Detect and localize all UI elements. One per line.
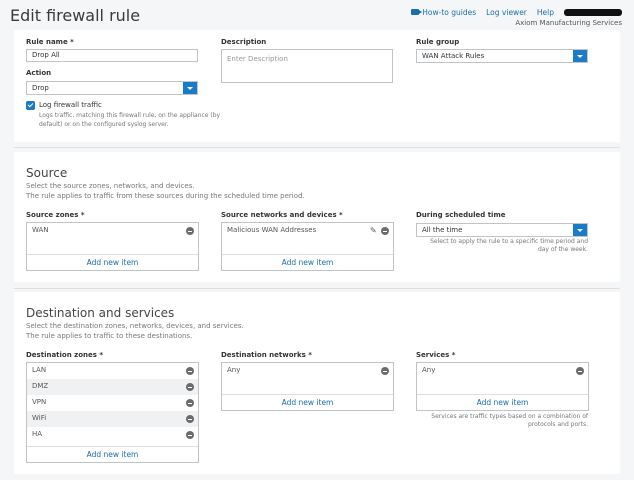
list-item: VPN [27, 395, 198, 411]
schedule-select[interactable]: All the time [416, 223, 588, 237]
source-desc-1: Select the source zones, networks, and d… [26, 182, 195, 190]
destination-zones-list: LAN DMZ VPN WiFi HA Add new item [26, 362, 199, 463]
log-traffic-help-2: default) or on the configured syslog ser… [39, 121, 169, 128]
remove-icon[interactable] [186, 399, 194, 407]
source-networks-label: Source networks and devices * [221, 211, 343, 219]
rule-group-select[interactable]: WAN Attack Rules [416, 49, 588, 63]
rule-details-panel: Rule name * Drop All Description Enter D… [14, 30, 620, 142]
schedule-help-2: day of the week. [537, 246, 588, 253]
add-destination-zone-button[interactable]: Add new item [27, 446, 198, 462]
add-source-zone-button[interactable]: Add new item [27, 254, 198, 270]
video-camera-icon [411, 9, 423, 15]
add-source-network-button[interactable]: Add new item [222, 254, 393, 270]
list-item: HA [27, 427, 198, 443]
destination-zones-label: Destination zones * [26, 351, 104, 359]
rule-group-label: Rule group [416, 38, 460, 46]
list-item: Any [222, 363, 393, 379]
log-viewer-link[interactable]: Log viewer [486, 8, 527, 17]
list-item: WAN [27, 223, 198, 239]
user-menu[interactable] [564, 9, 622, 16]
list-item: LAN [27, 363, 198, 379]
remove-icon[interactable] [186, 431, 194, 439]
add-destination-network-button[interactable]: Add new item [222, 394, 393, 410]
divider [14, 147, 620, 148]
action-select[interactable]: Drop [26, 81, 198, 95]
destination-desc-2: The rule applies to traffic to these des… [26, 332, 193, 340]
source-title: Source [26, 166, 68, 180]
destination-networks-label: Destination networks * [221, 351, 312, 359]
description-label: Description [221, 38, 267, 46]
chevron-down-icon[interactable] [183, 82, 197, 94]
action-label: Action [26, 69, 52, 77]
how-to-guides-link[interactable]: How-to guides [411, 8, 476, 17]
services-label: Services * [416, 351, 456, 359]
add-service-button[interactable]: Add new item [417, 394, 588, 410]
remove-icon[interactable] [186, 383, 194, 391]
log-traffic-checkbox[interactable] [26, 101, 35, 110]
header-links: How-to guides Log viewer Help [411, 8, 622, 17]
destination-desc-1: Select the destination zones, networks, … [26, 322, 244, 330]
action-value: Drop [32, 84, 49, 92]
list-item: WiFi [27, 411, 198, 427]
source-networks-list: Malicious WAN Addresses ✎ Add new item [221, 222, 394, 271]
remove-icon[interactable] [381, 367, 389, 375]
destination-networks-list: Any Add new item [221, 362, 394, 411]
remove-icon[interactable] [576, 367, 584, 375]
services-help-2: protocols and ports. [527, 421, 588, 428]
log-traffic-help-1: Logs traffic, matching this firewall rul… [39, 112, 221, 119]
remove-icon[interactable] [186, 367, 194, 375]
schedule-label: During scheduled time [416, 211, 506, 219]
page-title: Edit firewall rule [10, 6, 141, 25]
services-list: Any Add new item [416, 362, 589, 411]
chevron-down-icon[interactable] [573, 224, 587, 236]
remove-icon[interactable] [186, 415, 194, 423]
remove-icon[interactable] [186, 227, 194, 235]
destination-title: Destination and services [26, 306, 175, 320]
pencil-icon[interactable]: ✎ [370, 227, 378, 235]
log-traffic-label: Log firewall traffic [39, 101, 102, 109]
source-panel: Source Select the source zones, networks… [14, 152, 620, 282]
rule-group-value: WAN Attack Rules [422, 52, 485, 60]
rule-name-input[interactable]: Drop All [26, 49, 198, 62]
destination-panel: Destination and services Select the dest… [14, 292, 620, 474]
remove-icon[interactable] [381, 227, 389, 235]
list-item: DMZ [27, 379, 198, 395]
source-zones-list: WAN Add new item [26, 222, 199, 271]
list-item: Malicious WAN Addresses ✎ [222, 223, 393, 239]
help-link[interactable]: Help [537, 8, 554, 17]
source-zones-label: Source zones * [26, 211, 85, 219]
source-desc-2: The rule applies to traffic from these s… [26, 192, 305, 200]
list-item: Any [417, 363, 588, 379]
divider [14, 288, 620, 289]
rule-name-label: Rule name * [26, 38, 74, 46]
description-input[interactable]: Enter Description [221, 49, 393, 83]
org-name: Axiom Manufacturing Services [515, 19, 622, 27]
schedule-value: All the time [422, 226, 463, 234]
chevron-down-icon[interactable] [573, 50, 587, 62]
